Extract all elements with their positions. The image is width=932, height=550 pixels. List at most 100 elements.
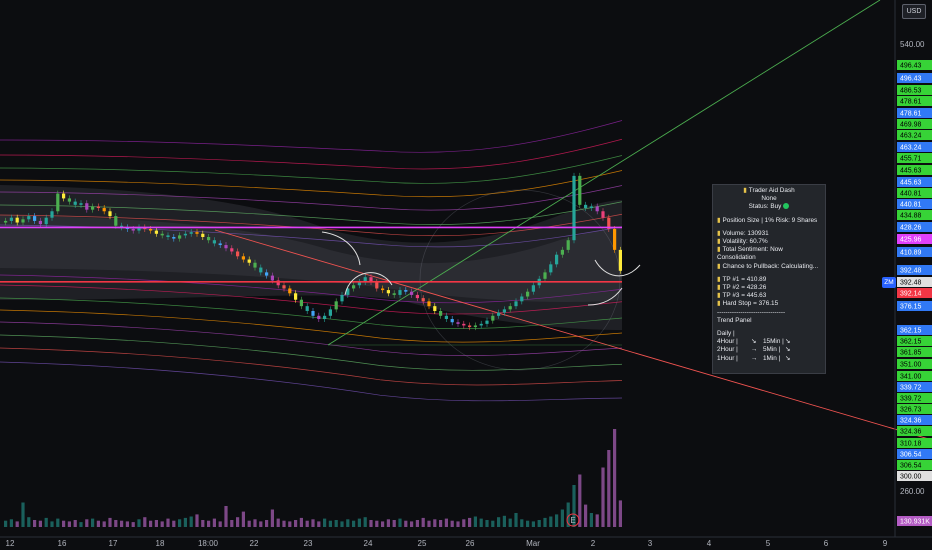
candle-body <box>27 216 31 220</box>
volume-bar <box>288 521 292 527</box>
volume-bar <box>340 521 344 527</box>
volume-bar <box>595 514 599 527</box>
volume-bar <box>398 518 402 527</box>
trend-panel-grid: Daily | 4Hour | ↘ 15Min | ↘ 2Hour | → 5Min | ↘… <box>717 330 821 363</box>
volume-bar <box>311 519 315 527</box>
volume-bar <box>444 518 448 527</box>
volume-bar <box>386 519 390 527</box>
candle-body <box>288 288 292 294</box>
volume-bar <box>589 513 593 527</box>
candle-body <box>207 237 211 241</box>
candle-body <box>595 206 599 212</box>
trend-panel-title: Trend Panel <box>717 316 752 324</box>
price-tag-label: 478.61 <box>900 111 922 118</box>
volume-bar <box>433 519 437 527</box>
candle-body <box>479 323 483 326</box>
candle-body <box>183 233 187 236</box>
volume-bar <box>85 519 89 527</box>
candle-body <box>560 249 564 255</box>
price-tag: 351.00 <box>897 359 932 369</box>
volume-bar <box>357 518 361 527</box>
price-tag-label: 306.54 <box>900 463 922 470</box>
volume-bar <box>462 519 466 527</box>
dash-separator: -------------------------------- <box>717 308 786 316</box>
price-tag-label: 463.24 <box>900 133 922 140</box>
volume-bar <box>294 520 298 527</box>
trend-value: ↘ <box>785 338 791 346</box>
candle-body <box>154 230 158 234</box>
volume-bars <box>4 429 622 527</box>
price-tag-label: 351.00 <box>900 362 922 369</box>
candle-body <box>334 301 338 310</box>
price-tag-label: 376.15 <box>900 304 922 311</box>
envelope-line <box>0 138 623 170</box>
time-axis-label: 17 <box>109 539 118 548</box>
time-axis-label: 22 <box>250 539 259 548</box>
price-tag: 440.81 <box>897 199 932 209</box>
price-tag-label: 339.72 <box>900 396 922 403</box>
volume-bar <box>44 517 48 527</box>
volume-bar <box>247 520 251 527</box>
price-tag-label: 428.26 <box>900 225 922 232</box>
status-dot-icon <box>783 203 790 210</box>
trend-value <box>785 330 797 338</box>
dash-sentiment: Total Sentiment: Now Consolidation <box>717 246 783 262</box>
volume-bar <box>276 518 280 527</box>
candle-body <box>497 312 501 316</box>
candle-body <box>404 290 408 292</box>
candle-body <box>462 323 466 326</box>
volume-bar <box>137 519 141 527</box>
price-tag-label: 306.54 <box>900 452 922 459</box>
price-tag-label: 362.15 <box>900 328 922 335</box>
price-tag-label: 130.931K <box>900 519 930 526</box>
candle-body <box>247 259 251 263</box>
volume-bar <box>166 518 170 527</box>
candle-body <box>218 243 222 246</box>
volume-bar <box>317 521 321 527</box>
volume-bar <box>491 520 495 527</box>
candle-body <box>584 204 588 209</box>
price-tag-label: 324.36 <box>900 429 922 436</box>
candle-body <box>85 203 89 210</box>
time-axis-label: 16 <box>58 539 67 548</box>
price-tag-label: 392.14 <box>900 291 922 298</box>
trend-label: 4Hour | <box>717 338 738 346</box>
price-tag: 324.36 <box>897 426 932 436</box>
trend-value: → <box>751 346 758 354</box>
price-tag-label: 392.48 <box>900 268 922 275</box>
symbol-badge: ZM <box>882 277 896 288</box>
candle-body <box>160 233 164 236</box>
candle-body <box>230 248 234 252</box>
dash-position-size: Position Size | 1% Risk: 9 Shares <box>722 216 818 224</box>
price-tag-label: 324.36 <box>900 418 922 425</box>
volume-bar <box>601 467 605 527</box>
trend-value: ↘ <box>751 338 757 346</box>
candle-body <box>201 233 205 237</box>
candle-body <box>67 198 71 202</box>
bullet-icon: ▮ <box>717 238 721 246</box>
trend-label: 2Hour | <box>717 346 738 354</box>
candle-body <box>531 285 535 292</box>
price-tag: 434.88 <box>897 210 932 220</box>
bullet-icon: ▮ <box>717 216 721 224</box>
volume-bar <box>299 517 303 527</box>
price-tag-label: 339.72 <box>900 385 922 392</box>
currency-badge[interactable]: USD <box>902 4 926 19</box>
dash-title: Trader Aid Dash <box>748 187 795 194</box>
volume-bar <box>218 521 222 527</box>
bullet-icon: ▮ <box>717 292 721 300</box>
candle-body <box>166 235 170 237</box>
candle-body <box>44 217 48 225</box>
candle-body <box>381 288 385 291</box>
volume-bar <box>508 518 512 527</box>
candle-body <box>398 290 402 295</box>
time-axis[interactable]: 12 16 17 18 18:00 22 23 24 25 26 Mar 2 3 4 5 6 9 <box>0 536 932 548</box>
volume-bar <box>427 520 431 527</box>
price-tag: 463.24 <box>897 142 932 152</box>
volume-bar <box>282 520 286 527</box>
trader-aid-dashboard: ▮ Trader Aid Dash None Status: Buy ▮ Posit… <box>712 184 826 374</box>
volume-bar <box>265 520 269 527</box>
candle-body <box>392 293 396 295</box>
candle-body <box>485 320 489 324</box>
volume-bar <box>363 517 367 527</box>
